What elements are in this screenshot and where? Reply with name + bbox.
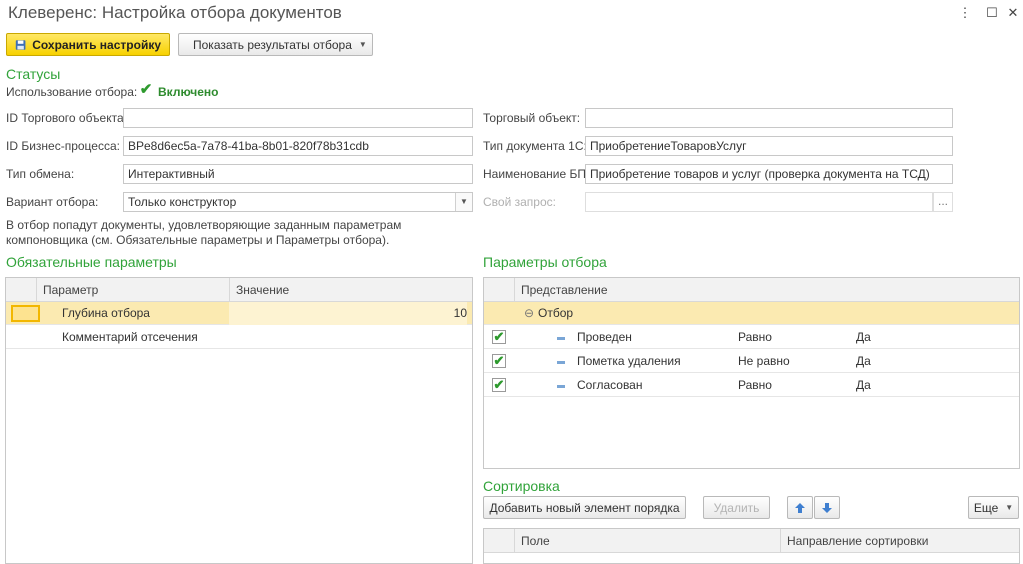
param-name: Комментарий отсечения [62, 330, 198, 344]
more-button[interactable]: Еще ▼ [968, 496, 1019, 519]
sorting-section-title: Сортировка [483, 478, 560, 494]
usage-value: Включено [158, 85, 219, 99]
filter-variant-value: Только конструктор [128, 195, 237, 209]
delete-button[interactable]: Удалить [703, 496, 770, 519]
show-results-label: Показать результаты отбора [193, 37, 352, 52]
bp-name-label: Наименование БП: [483, 167, 590, 181]
arrow-up-icon [795, 502, 805, 513]
custom-query-label: Свой запрос: [483, 195, 556, 209]
floppy-disk-icon [15, 39, 26, 50]
exchange-type-field[interactable]: Интерактивный [123, 164, 473, 184]
add-order-element-button[interactable]: Добавить новый элемент порядка [483, 496, 686, 519]
filter-condition[interactable]: Равно [738, 326, 772, 349]
chevron-down-icon: ▼ [358, 40, 367, 49]
checkbox[interactable]: ✔ [492, 378, 506, 392]
collapse-icon[interactable]: ⊖ [524, 302, 534, 325]
custom-query-choose-button[interactable]: ... [933, 192, 953, 212]
trade-object-id-label: ID Торгового объекта: [6, 111, 127, 125]
chevron-down-icon[interactable]: ▼ [455, 193, 472, 211]
filter-note: В отбор попадут документы, удовлетворяющ… [6, 218, 402, 247]
more-label: Еще [973, 500, 999, 515]
filter-variant-label: Вариант отбора: [6, 195, 99, 209]
table-header: Представление [484, 278, 1019, 302]
delete-label: Удалить [713, 500, 760, 515]
table-row[interactable]: Глубина отбора 10 [6, 302, 472, 325]
bp-name-field[interactable]: Приобретение товаров и услуг (проверка д… [585, 164, 953, 184]
more-menu-icon[interactable]: ⋮ [956, 4, 974, 22]
filter-row[interactable]: ✔ Проведен Равно Да [484, 326, 1019, 349]
doc-type-field[interactable]: ПриобретениеТоваровУслуг [585, 136, 953, 156]
trade-object-id-field[interactable] [123, 108, 473, 128]
filter-params-tree[interactable]: Представление ⊖ Отбор ✔ Проведен Равно Д… [483, 277, 1020, 469]
show-results-button[interactable]: Показать результаты отбора ▼ [178, 33, 373, 56]
filter-item-icon [557, 385, 565, 388]
filter-item-icon [557, 361, 565, 364]
group-label: Отбор [538, 306, 574, 320]
column-header-param[interactable]: Параметр [36, 278, 229, 302]
chevron-down-icon: ▼ [1005, 503, 1014, 512]
table-header: Поле Направление сортировки [484, 529, 1019, 553]
filter-variant-select[interactable]: Только конструктор [123, 192, 473, 212]
column-header-field[interactable]: Поле [514, 529, 780, 553]
window-title: Клеверенс: Настройка отбора документов [8, 3, 342, 22]
filter-value[interactable]: Да [856, 350, 871, 373]
trade-object-field[interactable] [585, 108, 953, 128]
filter-field: Согласован [577, 378, 643, 392]
table-header: Параметр Значение [6, 278, 472, 302]
filter-value[interactable]: Да [856, 374, 871, 397]
filter-value[interactable]: Да [856, 326, 871, 349]
add-order-element-label: Добавить новый элемент порядка [489, 500, 680, 515]
filter-item-icon [557, 337, 565, 340]
filter-row[interactable]: ✔ Согласован Равно Да [484, 374, 1019, 397]
usage-checkbox[interactable]: ✔ [139, 82, 153, 98]
tree-group-row[interactable]: ⊖ Отбор [484, 302, 1019, 325]
filter-row[interactable]: ✔ Пометка удаления Не равно Да [484, 350, 1019, 373]
business-process-id-field[interactable]: BPe8d6ec5a-7a78-41ba-8b01-820f78b31cdb [123, 136, 473, 156]
move-down-button[interactable] [814, 496, 840, 519]
save-settings-button[interactable]: Сохранить настройку [6, 33, 170, 56]
param-value[interactable] [229, 326, 467, 349]
maximize-icon[interactable]: ☐ [983, 4, 1001, 22]
table-row[interactable]: Комментарий отсечения [6, 326, 472, 349]
row-selection-marker [11, 305, 40, 322]
filter-field: Проведен [577, 330, 632, 344]
sorting-table[interactable]: Поле Направление сортировки [483, 528, 1020, 564]
required-params-table[interactable]: Параметр Значение Глубина отбора 10 Комм… [5, 277, 473, 564]
checkbox[interactable]: ✔ [492, 330, 506, 344]
column-header-value[interactable]: Значение [229, 278, 472, 302]
filter-condition[interactable]: Равно [738, 374, 772, 397]
param-name: Глубина отбора [62, 306, 150, 320]
usage-label: Использование отбора: [6, 85, 138, 99]
move-up-button[interactable] [787, 496, 813, 519]
doc-type-label: Тип документа 1С: [483, 139, 587, 153]
column-header-representation[interactable]: Представление [514, 278, 1019, 302]
filter-condition[interactable]: Не равно [738, 350, 790, 373]
filter-params-title: Параметры отбора [483, 254, 607, 270]
exchange-type-label: Тип обмена: [6, 167, 75, 181]
statuses-section-title: Статусы [6, 66, 61, 82]
trade-object-label: Торговый объект: [483, 111, 581, 125]
filter-field: Пометка удаления [577, 354, 681, 368]
required-params-title: Обязательные параметры [6, 254, 177, 270]
business-process-id-label: ID Бизнес-процесса: [6, 139, 120, 153]
save-settings-label: Сохранить настройку [32, 37, 161, 52]
checkbox[interactable]: ✔ [492, 354, 506, 368]
column-header-sort-direction[interactable]: Направление сортировки [780, 529, 1019, 553]
arrow-down-icon [822, 502, 832, 513]
close-icon[interactable]: ✕ [1004, 4, 1022, 22]
custom-query-field[interactable] [585, 192, 933, 212]
param-value[interactable]: 10 [229, 302, 467, 325]
